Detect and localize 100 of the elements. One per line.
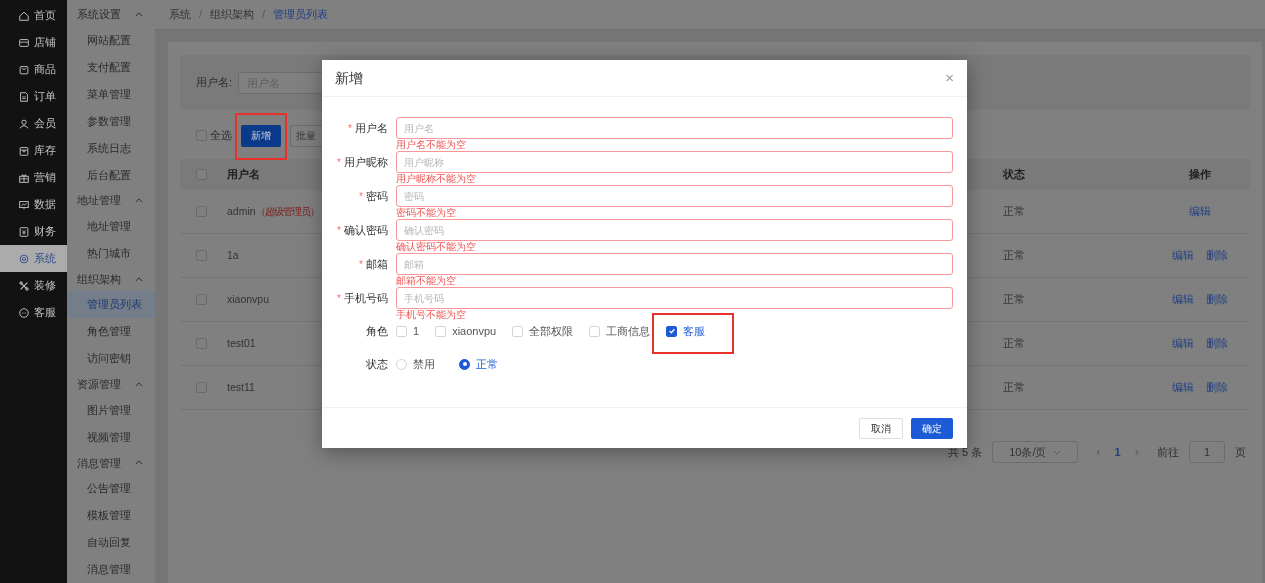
table-cell-text: test01 bbox=[227, 335, 256, 351]
submenu-group[interactable]: 组织架构 bbox=[67, 266, 155, 292]
action-link[interactable]: 编辑 bbox=[1172, 379, 1194, 396]
breadcrumb-separator: / bbox=[262, 7, 266, 23]
error-message: 邮箱不能为空 bbox=[396, 275, 456, 287]
required-mark: * bbox=[337, 155, 341, 170]
input-field[interactable]: 密码 bbox=[396, 185, 953, 207]
radio-button[interactable] bbox=[459, 358, 470, 370]
sidebar-item[interactable]: 装修 bbox=[0, 272, 67, 299]
close-button[interactable]: × bbox=[945, 66, 954, 90]
sidebar-item[interactable]: 商品 bbox=[0, 56, 67, 83]
column-header: 用户名 bbox=[227, 167, 260, 183]
table-cell-text: test11 bbox=[227, 379, 255, 395]
sidebar-item[interactable]: 店铺 bbox=[0, 29, 67, 56]
breadcrumb-item[interactable]: 组织架构 bbox=[210, 6, 255, 23]
action-link[interactable]: 删除 bbox=[1206, 247, 1228, 264]
action-link[interactable]: 编辑 bbox=[1172, 335, 1194, 352]
home-icon bbox=[18, 9, 30, 22]
field-label: 邮箱 bbox=[366, 256, 388, 272]
submenu-item[interactable]: 管理员列表 bbox=[67, 291, 155, 319]
table-cell-text: 1a bbox=[227, 247, 239, 263]
action-link[interactable]: 编辑 bbox=[1172, 291, 1194, 308]
page-number[interactable]: 1 bbox=[1114, 443, 1121, 461]
add-button[interactable]: 新增 bbox=[241, 124, 281, 147]
sidebar-item[interactable]: 首页 bbox=[0, 2, 67, 29]
user-icon bbox=[18, 117, 30, 130]
submenu-item[interactable]: 访问密钥 bbox=[67, 345, 155, 373]
chart-icon bbox=[18, 198, 30, 211]
box-icon bbox=[18, 144, 30, 157]
submenu-item[interactable]: 角色管理 bbox=[67, 318, 155, 346]
field-label: 角色 bbox=[365, 323, 388, 339]
sidebar-item[interactable]: 数据 bbox=[0, 191, 67, 218]
submenu-item[interactable]: 支付配置 bbox=[67, 53, 155, 81]
submenu-group[interactable]: 资源管理 bbox=[67, 372, 155, 397]
submenu-group[interactable]: 系统设置 bbox=[67, 2, 155, 27]
breadcrumb-item[interactable]: 管理员列表 bbox=[273, 6, 329, 23]
caret-icon bbox=[135, 276, 143, 282]
goto-label: 前往 bbox=[1157, 444, 1179, 460]
action-link[interactable]: 删除 bbox=[1206, 379, 1228, 396]
submenu-item[interactable]: 后台配置 bbox=[67, 161, 155, 189]
caret-icon bbox=[135, 381, 143, 387]
checkbox-label: 工商信息 bbox=[606, 323, 651, 339]
submenu-item[interactable]: 地址管理 bbox=[67, 212, 155, 240]
checkbox[interactable] bbox=[666, 325, 678, 337]
required-mark: * bbox=[359, 257, 363, 272]
sidebar-item[interactable]: 库存 bbox=[0, 137, 67, 164]
action-link[interactable]: 编辑 bbox=[1189, 203, 1211, 220]
submenu-group[interactable]: 地址管理 bbox=[67, 188, 155, 213]
input-field[interactable]: 邮箱 bbox=[396, 253, 953, 275]
confirm-button[interactable]: 确定 bbox=[911, 417, 953, 439]
cancel-button[interactable]: 取消 bbox=[859, 417, 903, 439]
document-icon bbox=[18, 90, 30, 103]
field-label: 密码 bbox=[366, 188, 388, 204]
breadcrumb-item[interactable]: 系统 bbox=[169, 6, 191, 23]
submenu-item[interactable]: 公告管理 bbox=[67, 475, 155, 503]
submenu-item[interactable]: 自动回复 bbox=[67, 529, 155, 557]
dialog-title: 新增 bbox=[335, 68, 363, 88]
submenu-item[interactable]: 菜单管理 bbox=[67, 80, 155, 108]
submenu-item[interactable]: 网站配置 bbox=[67, 26, 155, 54]
role-tag: （超级管理员） bbox=[255, 203, 319, 220]
page-field[interactable]: 1 bbox=[1189, 441, 1225, 463]
page-suffix: 页 bbox=[1235, 444, 1246, 460]
input-field[interactable]: 用户昵称 bbox=[396, 151, 953, 173]
required-mark: * bbox=[337, 291, 341, 306]
submenu-item[interactable]: 系统日志 bbox=[67, 134, 155, 162]
column-header: 状态 bbox=[1003, 167, 1025, 183]
bag-icon bbox=[18, 63, 30, 76]
error-message: 用户名不能为空 bbox=[396, 139, 466, 151]
input-field[interactable]: 确认密码 bbox=[396, 219, 953, 241]
field-label: 状态 bbox=[365, 356, 388, 372]
caret-icon bbox=[135, 198, 143, 204]
action-link[interactable]: 删除 bbox=[1206, 335, 1228, 352]
input-field[interactable]: 用户名 bbox=[396, 117, 953, 139]
required-mark: * bbox=[337, 223, 341, 238]
action-link[interactable]: 编辑 bbox=[1172, 247, 1194, 264]
submenu-item[interactable]: 参数管理 bbox=[67, 107, 155, 135]
sidebar-item[interactable]: 订单 bbox=[0, 83, 67, 110]
sidebar-item[interactable]: 财务 bbox=[0, 218, 67, 245]
field-label: 用户名 bbox=[355, 120, 388, 136]
input-field[interactable]: 手机号码 bbox=[396, 287, 953, 309]
page-size-select[interactable]: 10条/页 bbox=[992, 441, 1079, 463]
sidebar-item[interactable]: 营销 bbox=[0, 164, 67, 191]
chevron-down-icon bbox=[1053, 449, 1062, 455]
submenu-item[interactable]: 热门城市 bbox=[67, 239, 155, 267]
submenu-item[interactable]: 视频管理 bbox=[67, 423, 155, 451]
error-message: 确认密码不能为空 bbox=[396, 241, 476, 253]
checkbox-label: 全部权限 bbox=[529, 323, 574, 339]
field-label: 手机号码 bbox=[344, 290, 388, 306]
radio-label: 禁用 bbox=[413, 356, 435, 372]
sidebar-item[interactable]: 客服 bbox=[0, 299, 67, 326]
caret-icon bbox=[135, 11, 143, 17]
sidebar-item[interactable]: 系统 bbox=[0, 245, 67, 272]
submenu-group[interactable]: 消息管理 bbox=[67, 450, 155, 476]
submenu-item[interactable]: 图片管理 bbox=[67, 396, 155, 424]
submenu-item[interactable]: 模板管理 bbox=[67, 502, 155, 530]
field-label: 确认密码 bbox=[344, 222, 388, 238]
tools-icon bbox=[18, 279, 30, 292]
submenu-item[interactable]: 消息管理 bbox=[67, 556, 155, 583]
action-link[interactable]: 删除 bbox=[1206, 291, 1228, 308]
sidebar-item[interactable]: 会员 bbox=[0, 110, 67, 137]
